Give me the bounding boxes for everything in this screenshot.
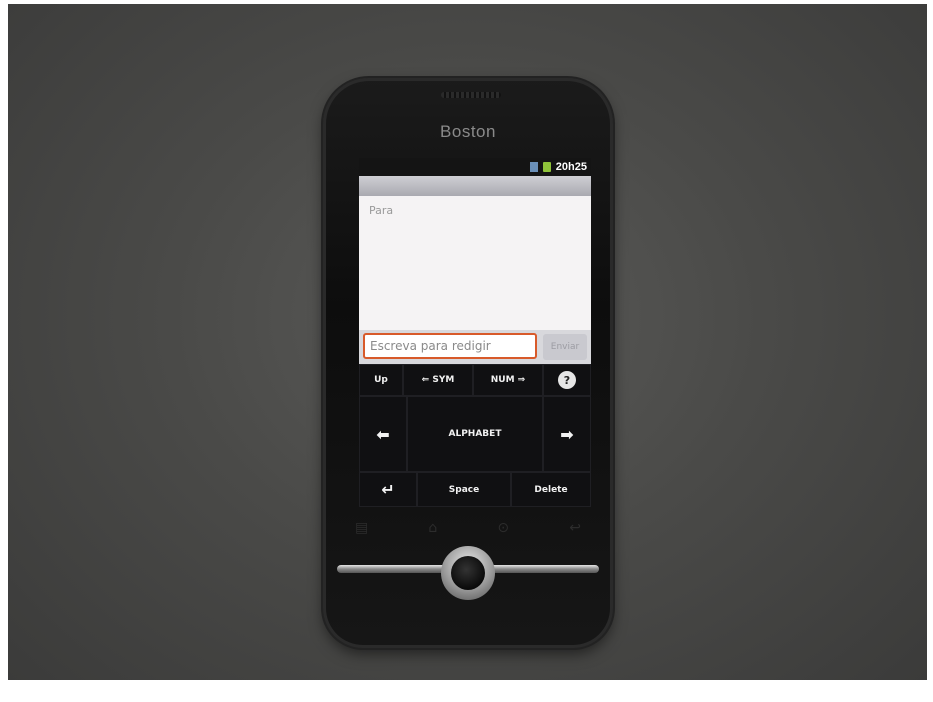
network-icon (529, 162, 538, 172)
alphabet-key[interactable]: ALPHABET (407, 396, 543, 472)
trackball[interactable] (451, 556, 485, 590)
keyboard: Up ⇐ SYM NUM ⇒ ? ⬅ ALPHABET ➡ ↵ Space De… (359, 364, 591, 507)
to-placeholder: Para (369, 204, 394, 217)
help-icon: ? (558, 371, 576, 389)
compose-bar: Escreva para redigir Enviar (359, 330, 591, 364)
message-input[interactable]: Escreva para redigir (363, 333, 537, 359)
sym-key[interactable]: ⇐ SYM (403, 364, 473, 396)
status-bar: 20h25 (359, 158, 591, 176)
menu-icon[interactable]: ▤ (355, 520, 368, 536)
battery-icon (542, 162, 551, 172)
recipients-field[interactable]: Para (359, 196, 591, 330)
earpiece (441, 92, 501, 98)
help-key[interactable]: ? (543, 364, 591, 396)
status-time: 20h25 (555, 161, 587, 173)
right-arrow-key[interactable]: ➡ (543, 396, 591, 472)
left-trim (337, 565, 447, 573)
home-icon[interactable]: ⌂ (428, 520, 437, 536)
left-arrow-key[interactable]: ⬅ (359, 396, 407, 472)
enter-key[interactable]: ↵ (359, 472, 417, 507)
phone-device: Boston 20h25 Para Escreva para redigir E… (323, 78, 613, 648)
delete-key[interactable]: Delete (511, 472, 591, 507)
up-key[interactable]: Up (359, 364, 403, 396)
back-icon[interactable]: ↩ (569, 520, 581, 536)
brand-logo: Boston (440, 122, 496, 141)
hardware-nav-keys: ▤ ⌂ ⊙ ↩ (345, 516, 591, 540)
title-bar (359, 176, 591, 196)
right-trim (489, 565, 599, 573)
send-button[interactable]: Enviar (543, 334, 587, 360)
phone-screen: 20h25 Para Escreva para redigir Enviar U… (359, 158, 591, 507)
num-key[interactable]: NUM ⇒ (473, 364, 543, 396)
space-key[interactable]: Space (417, 472, 511, 507)
search-icon[interactable]: ⊙ (497, 520, 509, 536)
